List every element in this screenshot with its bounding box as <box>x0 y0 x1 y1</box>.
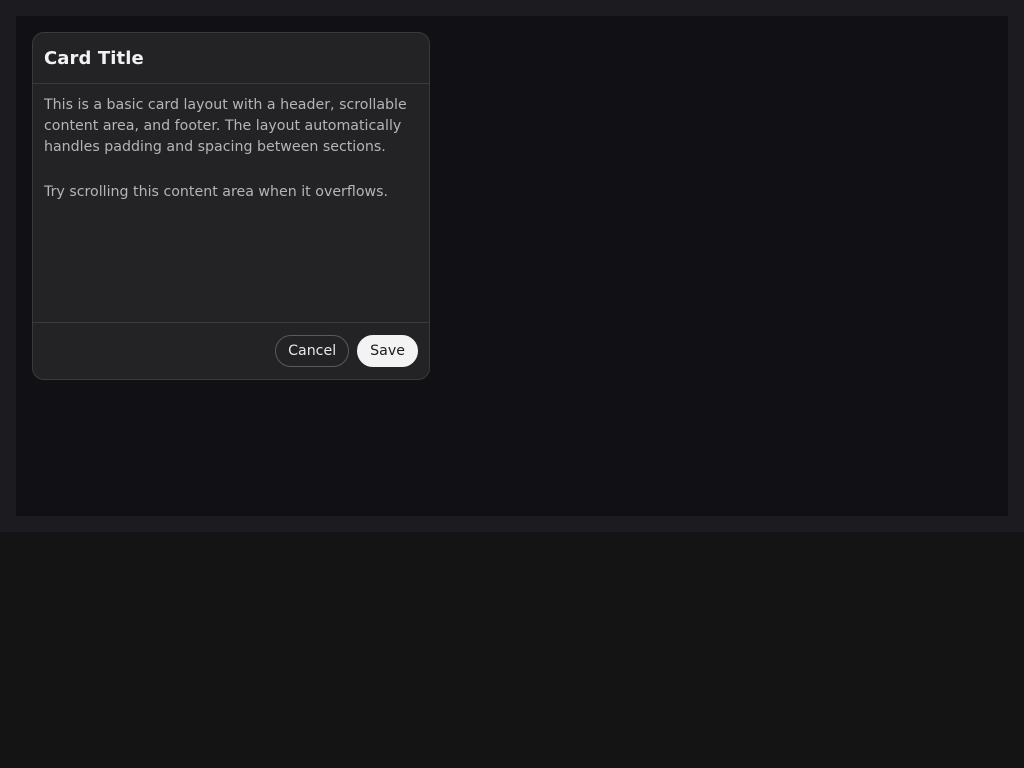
card-content-scroll-area[interactable]: This is a basic card layout with a heade… <box>33 84 429 323</box>
cancel-button[interactable]: Cancel <box>275 335 350 367</box>
preview-frame: Card Title This is a basic card layout w… <box>0 0 1024 532</box>
card-paragraph: This is a basic card layout with a heade… <box>44 97 407 155</box>
card-header: Card Title <box>33 33 429 84</box>
preview-stage: Card Title This is a basic card layout w… <box>16 16 1008 516</box>
card-title: Card Title <box>44 47 144 69</box>
card-footer: Cancel Save <box>33 323 429 379</box>
card: Card Title This is a basic card layout w… <box>32 32 430 380</box>
save-button[interactable]: Save <box>357 335 418 367</box>
card-paragraph: Try scrolling this content area when it … <box>44 184 389 200</box>
